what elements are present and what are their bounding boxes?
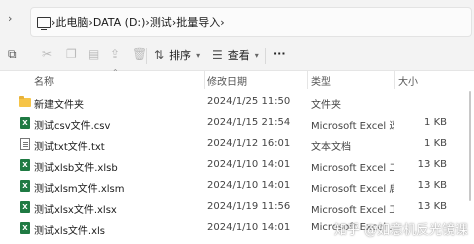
file-row[interactable]: X 测试xlsm文件.xlsm 2024/1/10 14:01 Microsof…	[0, 176, 474, 197]
breadcrumb-data-drive[interactable]: DATA (D:)	[93, 16, 146, 29]
file-name: 测试xlsb文件.xlsb	[34, 163, 118, 174]
address-bar-area: › › 此电脑 › DATA (D:) › 测试 › 批量导入 ›	[0, 0, 474, 40]
more-label: ···	[273, 47, 286, 60]
file-row[interactable]: X 测试xlsb文件.xlsb 2024/1/10 14:01 Microsof…	[0, 155, 474, 176]
file-type: Microsoft Excel 启...	[311, 184, 394, 195]
file-type: 文本文档	[311, 142, 351, 153]
chevron-right-icon[interactable]: ›	[220, 16, 224, 29]
paste-button[interactable]: ▤	[88, 47, 99, 61]
view-button[interactable]: ☰ 查看 ▾	[212, 47, 259, 63]
more-options-button[interactable]: ···	[273, 47, 286, 60]
file-date: 2024/1/15 21:54	[207, 117, 291, 128]
file-row[interactable]: X 测试csv文件.csv 2024/1/15 21:54 Microsoft …	[0, 113, 474, 134]
file-name: 测试xls文件.xls	[34, 226, 105, 237]
file-date: 2024/1/10 14:01	[207, 180, 291, 191]
excel-csv-icon: X	[20, 117, 30, 129]
column-header-date[interactable]: 修改日期	[207, 73, 247, 88]
excel-xlsx-icon: X	[20, 201, 30, 213]
toolbar-divider	[146, 48, 147, 64]
breadcrumb-this-pc[interactable]: 此电脑	[55, 14, 88, 30]
file-name: 测试xlsm文件.xlsm	[34, 184, 125, 195]
new-item-button[interactable]: ⧉	[8, 47, 17, 62]
view-label: 查看	[227, 49, 250, 62]
cut-button[interactable]: ✂	[42, 47, 52, 61]
file-size: 1 KB	[424, 117, 447, 128]
copy-icon: ❐	[66, 47, 77, 61]
column-header-size[interactable]: 大小	[398, 73, 418, 88]
file-type: Microsoft Excel 工...	[311, 205, 394, 216]
file-size: 13 KB	[417, 201, 447, 212]
file-date: 2024/1/19 11:56	[207, 201, 291, 212]
chevron-down-icon: ▾	[254, 50, 259, 60]
copy-icon: ⧉	[8, 47, 17, 61]
excel-xlsm-icon: X	[20, 180, 30, 192]
excel-xlsb-icon: X	[20, 159, 30, 171]
file-type: Microsoft Excel 逗...	[311, 121, 394, 132]
file-size: 1 KB	[424, 138, 447, 149]
share-icon: ⇪	[110, 47, 121, 61]
breadcrumb-batch-import[interactable]: 批量导入	[176, 14, 220, 30]
computer-icon	[37, 16, 51, 30]
file-name: 测试xlsx文件.xlsx	[34, 205, 117, 216]
file-type: Microsoft Excel 二...	[311, 163, 394, 174]
file-row[interactable]: 测试txt文件.txt 2024/1/12 16:01 文本文档 1 KB	[0, 134, 474, 155]
sort-icon: ⇅	[154, 48, 165, 62]
watermark: 知乎 @如意机反光镜课	[333, 223, 468, 238]
vertical-scrollbar[interactable]	[468, 75, 472, 235]
column-header-type[interactable]: 类型	[311, 73, 331, 88]
breadcrumb-test[interactable]: 测试	[150, 14, 172, 30]
column-header-row: ⌃ 名称 修改日期 类型 大小	[0, 68, 474, 89]
toolbar-divider	[265, 48, 266, 64]
excel-xls-icon: X	[20, 222, 30, 234]
file-row[interactable]: X 测试xlsx文件.xlsx 2024/1/19 11:56 Microsof…	[0, 197, 474, 218]
file-name: 新建文件夹	[34, 100, 84, 111]
file-name: 测试txt文件.txt	[34, 142, 105, 153]
column-divider[interactable]	[204, 71, 205, 89]
chevron-down-icon: ▾	[196, 50, 201, 60]
text-file-icon	[20, 138, 30, 150]
file-size: 13 KB	[417, 180, 447, 191]
file-size: 13 KB	[417, 159, 447, 170]
share-button[interactable]: ⇪	[110, 47, 120, 61]
sort-label: 排序	[169, 49, 192, 62]
sort-indicator-icon: ⌃	[112, 68, 119, 77]
file-date: 2024/1/12 16:01	[207, 138, 291, 149]
column-header-name[interactable]: 名称	[34, 73, 54, 88]
column-divider[interactable]	[307, 71, 308, 89]
column-divider[interactable]	[394, 71, 395, 89]
expand-chevron-icon[interactable]: ›	[8, 12, 12, 25]
file-row[interactable]: 新建文件夹 2024/1/25 11:50 文件夹	[0, 92, 474, 113]
file-date: 2024/1/10 14:01	[207, 222, 291, 233]
view-icon: ☰	[212, 48, 223, 62]
file-name: 测试csv文件.csv	[34, 121, 111, 132]
paste-icon: ▤	[88, 47, 100, 61]
address-bar[interactable]: › 此电脑 › DATA (D:) › 测试 › 批量导入 ›	[30, 7, 472, 37]
file-date: 2024/1/10 14:01	[207, 159, 291, 170]
delete-button[interactable]: 🗑	[132, 47, 147, 61]
copy-button[interactable]: ❐	[66, 47, 77, 61]
scrollbar-thumb[interactable]	[469, 91, 471, 201]
sort-button[interactable]: ⇅ 排序 ▾	[154, 47, 200, 63]
trash-icon: 🗑	[132, 47, 148, 61]
cut-icon: ✂	[42, 47, 53, 61]
file-date: 2024/1/25 11:50	[207, 96, 291, 107]
file-type: 文件夹	[311, 100, 341, 111]
command-bar: ⧉ ✂ ❐ ▤ ⇪ 🗑 ⇅ 排序 ▾ ☰ 查看 ▾ ···	[0, 40, 474, 71]
folder-icon	[19, 96, 31, 107]
